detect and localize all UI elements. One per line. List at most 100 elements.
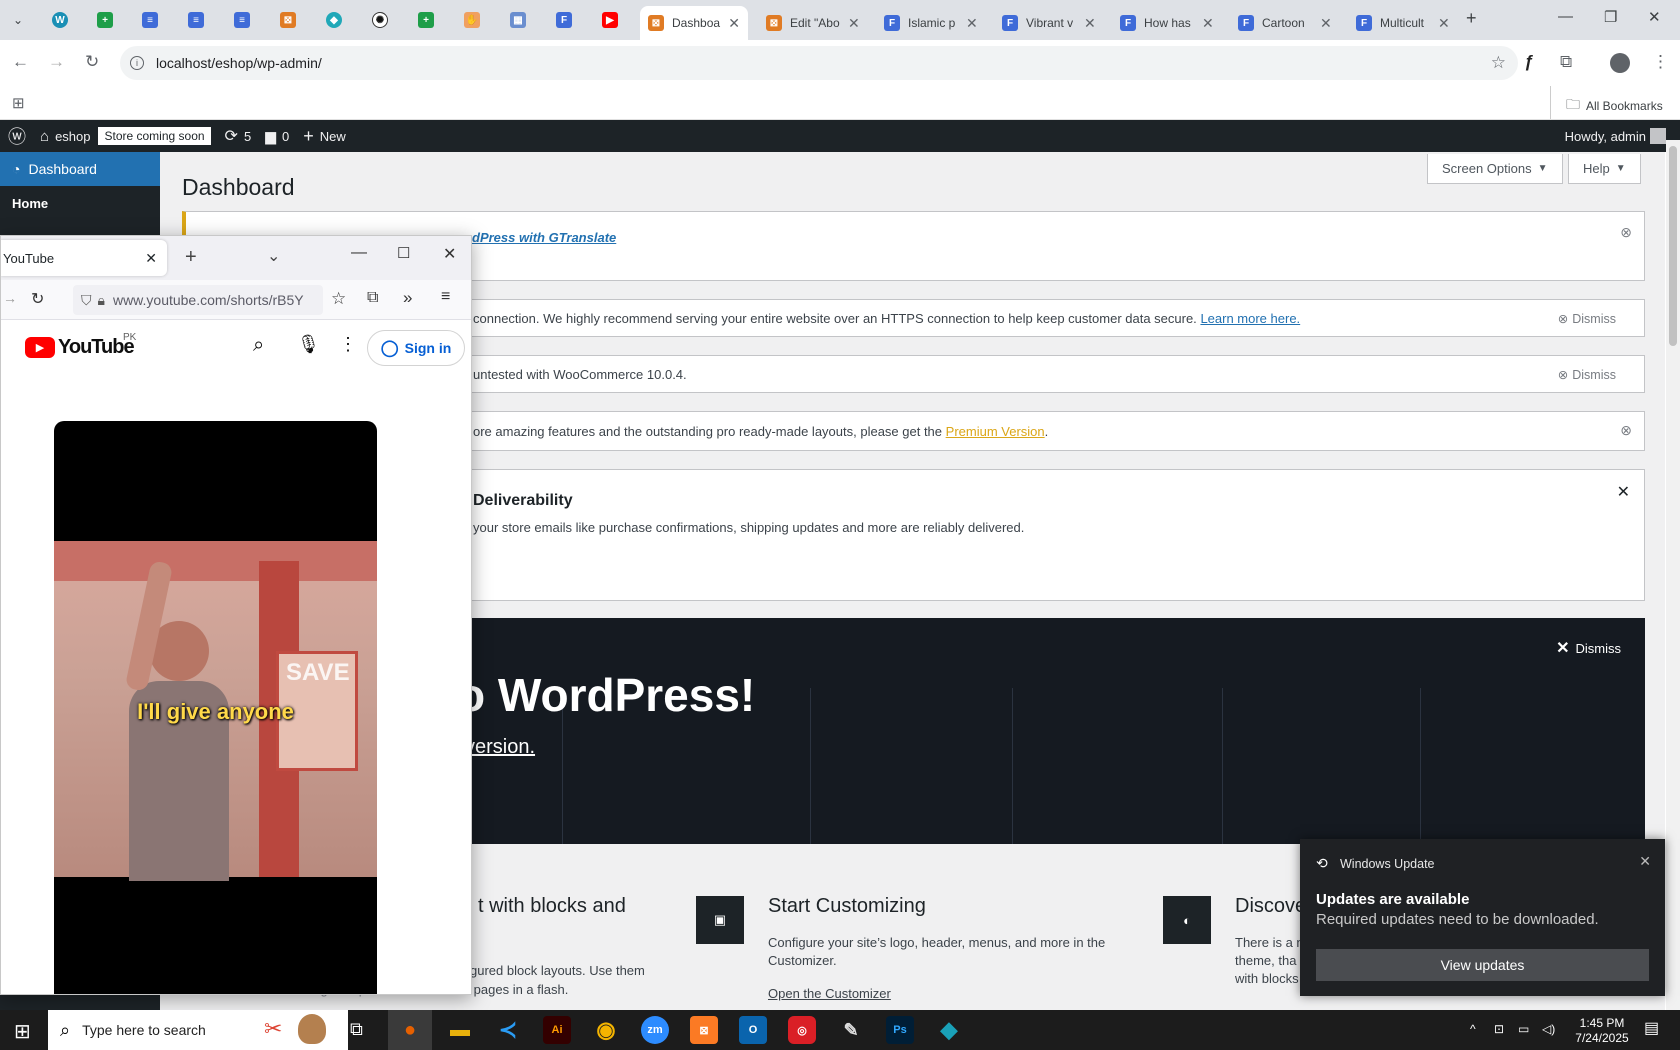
taskbar-chrome[interactable]: ◉	[592, 1016, 620, 1044]
new-content-link[interactable]: + New	[303, 126, 346, 147]
close-icon[interactable]: ✕	[1084, 15, 1096, 32]
taskbar-file-explorer[interactable]: ▬	[446, 1016, 474, 1044]
welcome-dismiss-button[interactable]: ✕ Dismiss	[1556, 638, 1621, 658]
dismiss-button[interactable]: ⊗ Dismiss	[1558, 311, 1616, 327]
close-icon[interactable]: ✕	[1639, 853, 1651, 870]
page-scrollbar[interactable]	[1666, 140, 1680, 1010]
new-tab-button[interactable]: +	[1466, 8, 1477, 29]
arrow-right-icon[interactable]: →	[3, 290, 17, 306]
close-window-button[interactable]: ✕	[1648, 8, 1661, 26]
search-icon[interactable]: ⌕	[253, 334, 264, 357]
task-view-icon[interactable]: ⧉	[350, 1019, 363, 1040]
youtube-logo-icon[interactable]: ▶	[25, 337, 55, 358]
star-icon[interactable]: ☆	[1491, 53, 1506, 73]
tray-network-icon[interactable]: ⊡	[1494, 1022, 1504, 1037]
minimize-icon[interactable]: —	[351, 244, 367, 262]
pinned-tab-wordpress[interactable]: W	[50, 10, 70, 30]
pinned-tab-app[interactable]: ◆	[324, 10, 344, 30]
windows-start-icon[interactable]: ⊞	[14, 1019, 31, 1044]
chevron-down-icon[interactable]: ⌄	[267, 246, 280, 266]
close-icon[interactable]: ✕	[966, 15, 978, 32]
profile-avatar[interactable]	[1610, 53, 1630, 73]
tab-islamic[interactable]: F Islamic p ✕	[876, 6, 986, 40]
pinned-tab-sheets[interactable]: +	[95, 10, 115, 30]
maximize-icon[interactable]: ☐	[397, 244, 410, 262]
user-avatar[interactable]	[1650, 128, 1666, 144]
extensions-icon[interactable]: ⧉	[1560, 52, 1572, 72]
tab-edit-about[interactable]: ⊠ Edit "Abo ✕	[758, 6, 868, 40]
pinned-tab-youtube[interactable]: ▶	[600, 10, 620, 30]
tab-how-has[interactable]: F How has ✕	[1112, 6, 1222, 40]
help-button[interactable]: Help ▼	[1568, 154, 1641, 184]
close-icon[interactable]: ✕	[1617, 482, 1630, 502]
tab-cartoon[interactable]: F Cartoon ✕	[1230, 6, 1340, 40]
close-icon[interactable]: ✕	[1320, 15, 1332, 32]
more-icon[interactable]: ⋮	[339, 334, 357, 355]
all-bookmarks[interactable]: 🗀 All Bookmarks	[1566, 94, 1663, 118]
pinned-tab-grid[interactable]: ▦	[508, 10, 528, 30]
extensions-icon[interactable]: ⧉	[367, 289, 378, 307]
menu-icon[interactable]: ≡	[441, 288, 450, 306]
notification-center-icon[interactable]: ▤	[1644, 1021, 1659, 1037]
tray-clock[interactable]: 1:45 PM 7/24/2025	[1566, 1016, 1638, 1046]
pinned-tab-docs-2[interactable]: ≡	[232, 10, 252, 30]
taskbar-outlook[interactable]: O	[739, 1016, 767, 1044]
taskbar-vscode[interactable]: ≺	[494, 1016, 522, 1044]
apps-grid-icon[interactable]: ⊞	[12, 94, 25, 112]
tab-multicultural[interactable]: F Multicult ✕	[1348, 6, 1458, 40]
pinned-tab-xampp[interactable]: ⊠	[278, 10, 298, 30]
premium-version-link[interactable]: Premium Version	[946, 424, 1045, 439]
plus-icon[interactable]: +	[185, 246, 197, 269]
forward-button[interactable]: →	[48, 52, 65, 72]
dismiss-button[interactable]: ⊗ Dismiss	[1558, 367, 1616, 383]
taskbar-app-blue[interactable]: ◆	[935, 1016, 963, 1044]
shorts-video-player[interactable]: SAVE I'll give anyone	[54, 421, 377, 994]
taskbar-photoshop[interactable]: Ps	[886, 1016, 914, 1044]
pinned-tab-docs-1[interactable]: ≡	[186, 10, 206, 30]
taskbar-creative-cloud[interactable]: ◎	[788, 1016, 816, 1044]
tab-vibrant[interactable]: F Vibrant v ✕	[994, 6, 1104, 40]
gtranslate-link[interactable]: dPress with GTranslate	[472, 230, 616, 245]
taskbar-zoom[interactable]: zm	[641, 1016, 669, 1044]
store-status-badge[interactable]: Store coming soon	[98, 127, 211, 145]
taskbar-search-box[interactable]: ⌕ Type here to search ✂	[48, 1010, 348, 1050]
welcome-version-link[interactable]: version.	[465, 736, 535, 759]
tray-volume-icon[interactable]: ◁)	[1542, 1022, 1555, 1037]
reload-button[interactable]: ↻	[85, 52, 99, 72]
reload-icon[interactable]: ↻	[31, 289, 44, 309]
taskbar-pen-tool[interactable]: ✎	[837, 1016, 865, 1044]
address-bar[interactable]: i localhost/eshop/wp-admin/ ☆	[120, 46, 1518, 80]
updates-link[interactable]: ⟳ 5	[225, 126, 252, 146]
close-icon[interactable]: ✕	[443, 244, 456, 264]
howdy-user[interactable]: Howdy, admin	[1565, 129, 1646, 144]
close-icon[interactable]: ✕	[1438, 15, 1450, 32]
taskbar-xampp[interactable]: ⊠	[690, 1016, 718, 1044]
close-icon[interactable]: ✕	[1202, 15, 1214, 32]
pinned-tab-hand[interactable]: ✋	[462, 10, 482, 30]
firefox-tab-youtube[interactable]: YouTube ✕	[1, 240, 167, 276]
tab-search-button[interactable]: ⌄	[8, 10, 28, 30]
pinned-tab-forms-2[interactable]: F	[554, 10, 574, 30]
close-icon[interactable]: ✕	[848, 15, 860, 32]
close-circle-icon[interactable]: ⊗	[1620, 224, 1632, 241]
extension-f-icon[interactable]: ƒ	[1524, 52, 1533, 72]
open-customizer-link[interactable]: Open the Customizer	[768, 985, 891, 1003]
sign-in-button[interactable]: ◯ Sign in	[367, 330, 465, 366]
firefox-address-bar[interactable]: ⛉ 🔒︎ www.youtube.com/shorts/rB5Y	[73, 285, 323, 315]
taskbar-illustrator[interactable]: Ai	[543, 1016, 571, 1044]
screen-options-button[interactable]: Screen Options ▼	[1427, 154, 1563, 184]
back-button[interactable]: ←	[12, 52, 29, 72]
tray-wifi-icon[interactable]: ▭	[1518, 1022, 1529, 1037]
tab-dashboard[interactable]: ⊠ Dashboa ✕	[640, 6, 748, 40]
scrollbar-thumb[interactable]	[1669, 146, 1677, 346]
close-icon[interactable]: ✕	[728, 15, 740, 32]
close-icon[interactable]: ✕	[145, 250, 157, 267]
menu-icon[interactable]: ⋮	[1652, 52, 1669, 72]
pinned-tab-forms-1[interactable]: ≡	[140, 10, 160, 30]
menu-dashboard[interactable]: ◔ Dashboard	[0, 152, 160, 186]
pinned-tab-openai[interactable]: ✺	[370, 10, 390, 30]
microphone-icon[interactable]: 🎙︎	[297, 334, 320, 355]
view-updates-button[interactable]: View updates	[1316, 949, 1649, 981]
taskbar-firefox[interactable]: ●	[396, 1016, 424, 1044]
minimize-button[interactable]: —	[1558, 8, 1573, 25]
